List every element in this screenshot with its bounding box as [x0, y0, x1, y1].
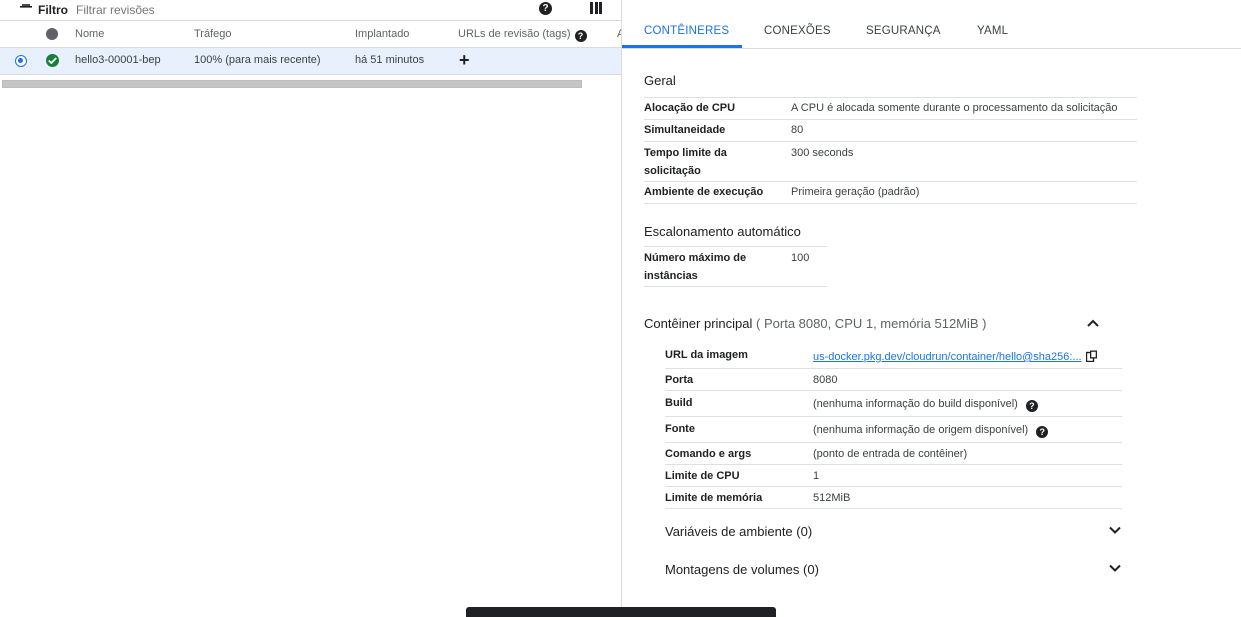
image-url-link[interactable]: us-docker.pkg.dev/cloudrun/container/hel…	[813, 351, 1082, 363]
kv-value: Primeira geração (padrão)	[791, 186, 920, 198]
kv-key: Tempo limite da solicitação	[644, 147, 727, 177]
container-table: URL da imagem us-docker.pkg.dev/cloudrun…	[665, 345, 1122, 509]
col-deployed[interactable]: Implantado	[355, 28, 409, 40]
copy-icon[interactable]	[1085, 350, 1098, 362]
table-header: Nome Tráfego Implantado URLs de revisão …	[0, 21, 621, 48]
horizontal-scrollbar[interactable]	[2, 80, 582, 88]
container-title: Contêiner principal	[644, 316, 753, 331]
kv-value: 512MiB	[813, 492, 851, 504]
container-row: Limite de CPU 1	[665, 465, 1122, 487]
kv-value: 100	[791, 252, 810, 264]
snackbar	[466, 607, 776, 617]
kv-key: Limite de memória	[665, 492, 763, 504]
kv-value: (nenhuma informação do build disponível)	[813, 398, 1018, 410]
container-row: Porta 8080	[665, 369, 1122, 391]
chevron-down-icon[interactable]	[1108, 561, 1122, 575]
active-tab-indicator	[622, 45, 742, 48]
kv-value: 300 seconds	[791, 147, 854, 159]
add-icon[interactable]: +	[459, 50, 470, 71]
tab-yaml[interactable]: YAML	[977, 25, 1008, 37]
kv-value: 1	[813, 470, 820, 482]
chevron-up-icon[interactable]	[1086, 316, 1100, 330]
kv-key: Simultaneidade	[644, 124, 726, 136]
filter-icon[interactable]	[20, 0, 32, 8]
autoscale-table: Número máximo de instâncias 100	[644, 246, 827, 287]
kv-value: 80	[791, 124, 804, 136]
kv-value: (nenhuma informação de origem disponível…	[813, 424, 1029, 436]
container-row: Comando e args (ponto de entrada de cont…	[665, 443, 1122, 465]
kv-key: URL da imagem	[665, 349, 748, 361]
container-row: Fonte (nenhuma informação de origem disp…	[665, 417, 1122, 443]
col-name[interactable]: Nome	[75, 28, 104, 40]
check-circle-icon	[46, 54, 59, 67]
row-radio[interactable]	[15, 55, 27, 67]
tab-connections[interactable]: CONEXÕES	[764, 25, 831, 37]
revision-traffic: 100% (para mais recente)	[194, 54, 321, 66]
table-row[interactable]: hello3-00001-bep 100% (para mais recente…	[0, 48, 621, 75]
col-urls: URLs de revisão (tags)?	[458, 28, 587, 42]
filter-bar: Filtro ?	[0, 0, 621, 21]
autoscale-title: Escalonamento automático	[644, 224, 801, 239]
general-row: Ambiente de execução Primeira geração (p…	[644, 182, 1137, 204]
tab-bar: CONTÊINERES CONEXÕES SEGURANÇA YAML	[622, 17, 1241, 49]
kv-key: Fonte	[665, 423, 695, 435]
filter-label[interactable]: Filtro	[38, 3, 68, 17]
container-subtitle: ( Porta 8080, CPU 1, memória 512MiB )	[756, 316, 987, 331]
col-traffic[interactable]: Tráfego	[194, 28, 232, 40]
revision-details-panel: CONTÊINERES CONEXÕES SEGURANÇA YAML Gera…	[622, 0, 1241, 613]
status-icon	[46, 28, 58, 40]
kv-key: Limite de CPU	[665, 470, 740, 482]
kv-key: Número máximo de instâncias	[644, 252, 747, 282]
image-url-value: us-docker.pkg.dev/cloudrun/container/hel…	[813, 348, 1098, 366]
kv-key: Alocação de CPU	[644, 102, 736, 114]
general-row: Alocação de CPU A CPU é alocada somente …	[644, 97, 1137, 120]
general-title: Geral	[644, 73, 676, 88]
autoscale-row: Número máximo de instâncias 100	[644, 246, 827, 287]
help-icon[interactable]: ?	[1036, 426, 1049, 438]
env-vars-toggle[interactable]: Variáveis de ambiente (0)	[665, 524, 812, 539]
kv-value-wrap: (nenhuma informação de origem disponível…	[813, 421, 1049, 439]
kv-value: 8080	[813, 374, 838, 386]
tab-containers[interactable]: CONTÊINERES	[644, 25, 729, 37]
container-header[interactable]: Contêiner principal ( Porta 8080, CPU 1,…	[644, 316, 987, 331]
revision-deployed: há 51 minutos	[355, 54, 425, 66]
kv-key: Build	[665, 397, 693, 409]
columns-icon[interactable]	[590, 2, 602, 14]
kv-value: A CPU é alocada somente durante o proces…	[791, 102, 1118, 114]
chevron-down-icon[interactable]	[1108, 523, 1122, 537]
kv-value: (ponto de entrada de contêiner)	[813, 448, 968, 460]
general-row: Simultaneidade 80	[644, 120, 1137, 142]
volumes-toggle[interactable]: Montagens de volumes (0)	[665, 562, 819, 577]
general-row: Tempo limite da solicitação 300 seconds	[644, 142, 1137, 182]
revision-name[interactable]: hello3-00001-bep	[75, 54, 161, 66]
kv-key: Ambiente de execução	[644, 186, 764, 198]
kv-key: Porta	[665, 374, 694, 386]
container-row: Build (nenhuma informação do build dispo…	[665, 391, 1122, 417]
container-row: URL da imagem us-docker.pkg.dev/cloudrun…	[665, 345, 1122, 369]
kv-value-wrap: (nenhuma informação do build disponível)…	[813, 395, 1038, 413]
help-icon[interactable]: ?	[1025, 400, 1038, 412]
filter-input[interactable]	[76, 3, 376, 17]
col-urls-label[interactable]: URLs de revisão (tags)	[458, 28, 571, 40]
kv-key: Comando e args	[665, 448, 752, 460]
container-row: Limite de memória 512MiB	[665, 487, 1122, 509]
tab-security[interactable]: SEGURANÇA	[866, 25, 941, 37]
help-icon[interactable]: ?	[574, 30, 587, 42]
help-icon[interactable]: ?	[539, 2, 552, 15]
general-table: Alocação de CPU A CPU é alocada somente …	[644, 97, 1137, 204]
revisions-panel: Filtro ? Nome Tráfego Implantado URLs de…	[0, 0, 622, 613]
